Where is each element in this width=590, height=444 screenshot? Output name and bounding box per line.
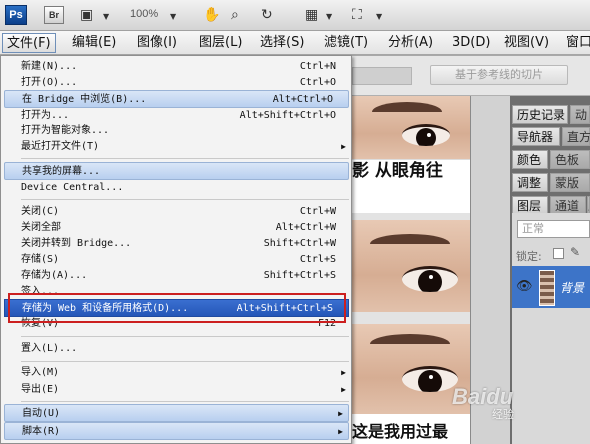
menu-item-device-central[interactable]: Device Central... bbox=[2, 179, 351, 197]
caption-top-text: 影 从眼角往 bbox=[352, 161, 443, 181]
annotation-highlight-box bbox=[8, 293, 346, 323]
zoom-tool-icon[interactable]: ⌕ bbox=[231, 7, 239, 23]
tab-swatches[interactable]: 色板 bbox=[550, 150, 590, 169]
chevron-down-icon[interactable]: ▼ bbox=[170, 9, 176, 25]
menu-item-import[interactable]: 导入(M) ▶ bbox=[2, 364, 351, 382]
visibility-eye-icon[interactable]: 👁 bbox=[516, 279, 533, 294]
layer-name[interactable]: 背景 bbox=[560, 279, 584, 296]
menu-separator bbox=[21, 401, 349, 402]
zoom-level[interactable]: 100% bbox=[130, 8, 158, 20]
watermark: Baidu 经验 bbox=[452, 384, 514, 422]
menu-file[interactable]: 文件(F) bbox=[2, 33, 56, 53]
lock-label: 锁定: bbox=[516, 250, 542, 263]
watermark-sub: 经验 bbox=[492, 408, 514, 421]
menu-bar: 文件(F) 编辑(E) 图像(I) 图层(L) 选择(S) 滤镜(T) 分析(A… bbox=[0, 31, 590, 55]
photoshop-logo: Ps bbox=[5, 5, 27, 25]
menu-item-automate[interactable]: 自动(U) ▶ bbox=[4, 404, 349, 422]
menu-3d[interactable]: 3D(D) bbox=[448, 33, 494, 53]
tab-navigator[interactable]: 导航器 bbox=[512, 127, 560, 146]
application-bar: Ps Br ▣ ▼ 100% ▼ ✋ ⌕ ↻ ▦ ▼ ⛶ ▼ bbox=[0, 0, 590, 31]
tab-adjustments[interactable]: 调整 bbox=[512, 173, 548, 192]
menu-item-place[interactable]: 置入(L)... bbox=[2, 340, 351, 358]
menu-image[interactable]: 图像(I) bbox=[133, 33, 181, 53]
menu-layer[interactable]: 图层(L) bbox=[195, 33, 246, 53]
blend-mode-select[interactable]: 正常 bbox=[517, 220, 590, 238]
menu-item-open-recent[interactable]: 最近打开文件(T) ▶ bbox=[2, 138, 351, 156]
eye bbox=[402, 266, 458, 292]
arrange-documents-icon[interactable]: ▦ bbox=[305, 7, 318, 23]
tab-histogram[interactable]: 直方 bbox=[562, 127, 590, 146]
submenu-arrow-icon: ▶ bbox=[341, 142, 346, 151]
eye bbox=[402, 124, 450, 146]
submenu-arrow-icon: ▶ bbox=[338, 427, 343, 436]
menu-filter[interactable]: 滤镜(T) bbox=[320, 33, 372, 53]
menu-item-scripts[interactable]: 脚本(R) ▶ bbox=[4, 422, 349, 440]
menu-window[interactable]: 窗口 bbox=[562, 33, 590, 53]
tab-actions[interactable]: 动 bbox=[570, 105, 590, 124]
bridge-button[interactable]: Br bbox=[44, 6, 64, 24]
photo-eye-middle bbox=[352, 220, 470, 312]
menu-edit[interactable]: 编辑(E) bbox=[68, 33, 120, 53]
options-field[interactable] bbox=[352, 67, 412, 85]
hand-tool-icon[interactable]: ✋ bbox=[203, 7, 220, 23]
lock-pixels-icon[interactable]: ✎ bbox=[570, 245, 580, 259]
slices-from-guides-button[interactable]: 基于参考线的切片 bbox=[430, 65, 568, 85]
rotate-view-icon[interactable]: ↻ bbox=[261, 7, 273, 23]
chevron-down-icon[interactable]: ▼ bbox=[103, 9, 109, 25]
tab-masks[interactable]: 蒙版 bbox=[550, 173, 590, 192]
menu-separator bbox=[21, 336, 349, 337]
submenu-arrow-icon: ▶ bbox=[341, 385, 346, 394]
eyebrow bbox=[372, 102, 442, 112]
tab-history[interactable]: 历史记录 bbox=[512, 105, 568, 124]
menu-analysis[interactable]: 分析(A) bbox=[384, 33, 437, 53]
chevron-down-icon[interactable]: ▼ bbox=[326, 9, 332, 25]
photoshop-window: Ps Br ▣ ▼ 100% ▼ ✋ ⌕ ↻ ▦ ▼ ⛶ ▼ 文件(F) 编辑(… bbox=[0, 0, 590, 444]
layer-thumbnail bbox=[539, 270, 555, 306]
submenu-arrow-icon: ▶ bbox=[341, 368, 346, 377]
eyebrow bbox=[370, 234, 450, 244]
tab-color[interactable]: 颜色 bbox=[512, 150, 548, 169]
menu-separator bbox=[21, 361, 349, 362]
chevron-down-icon[interactable]: ▼ bbox=[376, 9, 382, 25]
menu-separator bbox=[21, 199, 349, 200]
file-menu-dropdown: 新建(N)... Ctrl+N 打开(O)... Ctrl+O 在 Bridge 中… bbox=[0, 55, 352, 444]
menu-item-share-my-screen[interactable]: 共享我的屏幕... bbox=[4, 162, 349, 180]
menu-item-export[interactable]: 导出(E) ▶ bbox=[2, 381, 351, 399]
screen-mode-switch-icon[interactable]: ⛶ bbox=[352, 7, 362, 23]
menu-separator bbox=[21, 158, 349, 159]
screen-mode-icon[interactable]: ▣ bbox=[80, 7, 93, 23]
menu-item-browse-in-bridge[interactable]: 在 Bridge 中浏览(B)... Alt+Ctrl+O bbox=[4, 90, 349, 108]
menu-select[interactable]: 选择(S) bbox=[256, 33, 308, 53]
lock-transparent-checkbox[interactable] bbox=[553, 248, 564, 259]
eyebrow bbox=[370, 334, 450, 344]
submenu-arrow-icon: ▶ bbox=[338, 409, 343, 418]
eye bbox=[402, 366, 458, 392]
menu-view[interactable]: 视图(V) bbox=[500, 33, 553, 53]
photo-eye-top bbox=[352, 96, 470, 159]
caption-bottom-text: 这是我用过最 bbox=[352, 422, 449, 441]
